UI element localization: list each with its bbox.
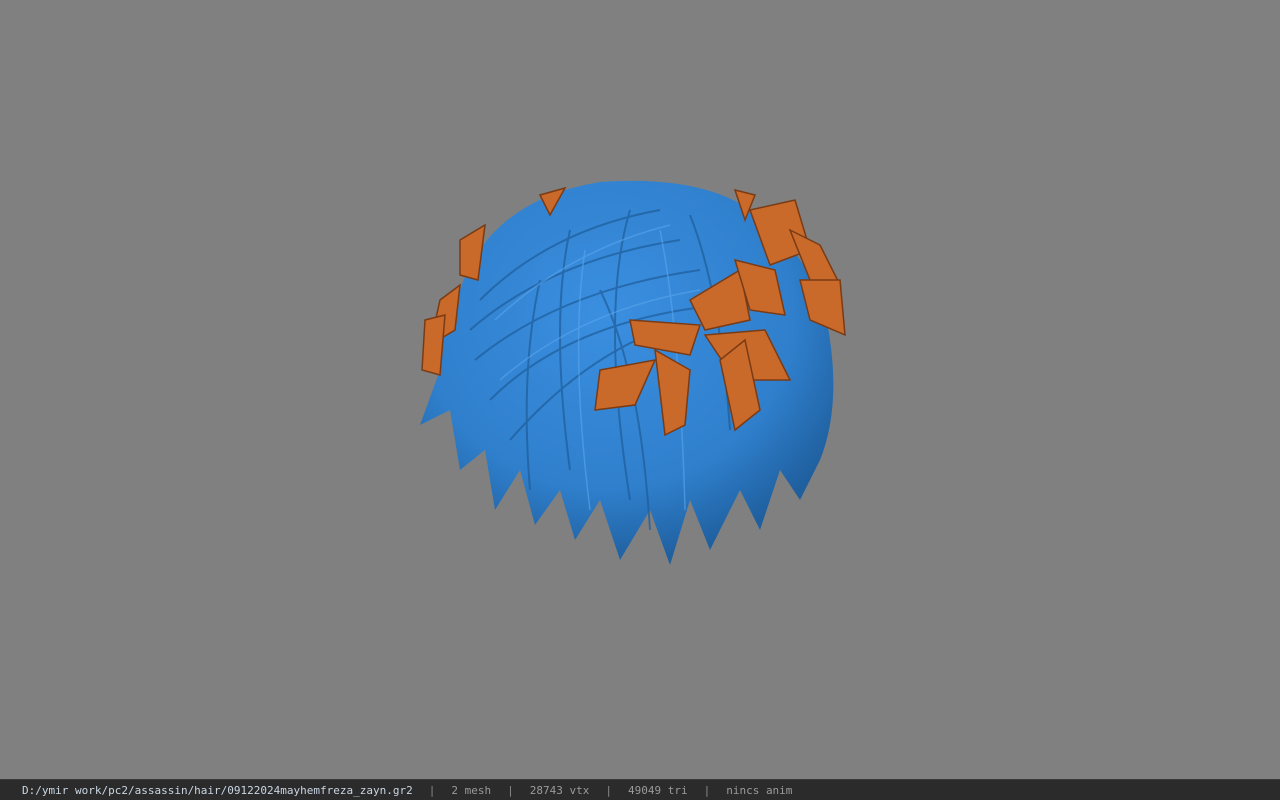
vertex-count: 28743 vtx [529,783,590,797]
3d-viewport[interactable] [0,0,1280,779]
mesh-count: 2 mesh [451,783,492,797]
separator: | [507,783,514,797]
separator: | [428,783,436,797]
status-bar: D:/ymir work/pc2/assassin/hair/09122024m… [0,779,1280,800]
separator: | [703,783,711,797]
separator: | [605,783,612,797]
animation-info: nincs anim [726,783,793,797]
hair-model-render[interactable] [400,170,860,580]
triangle-count: 49049 tri [627,783,688,797]
file-path: D:/ymir work/pc2/assassin/hair/09122024m… [22,783,413,797]
